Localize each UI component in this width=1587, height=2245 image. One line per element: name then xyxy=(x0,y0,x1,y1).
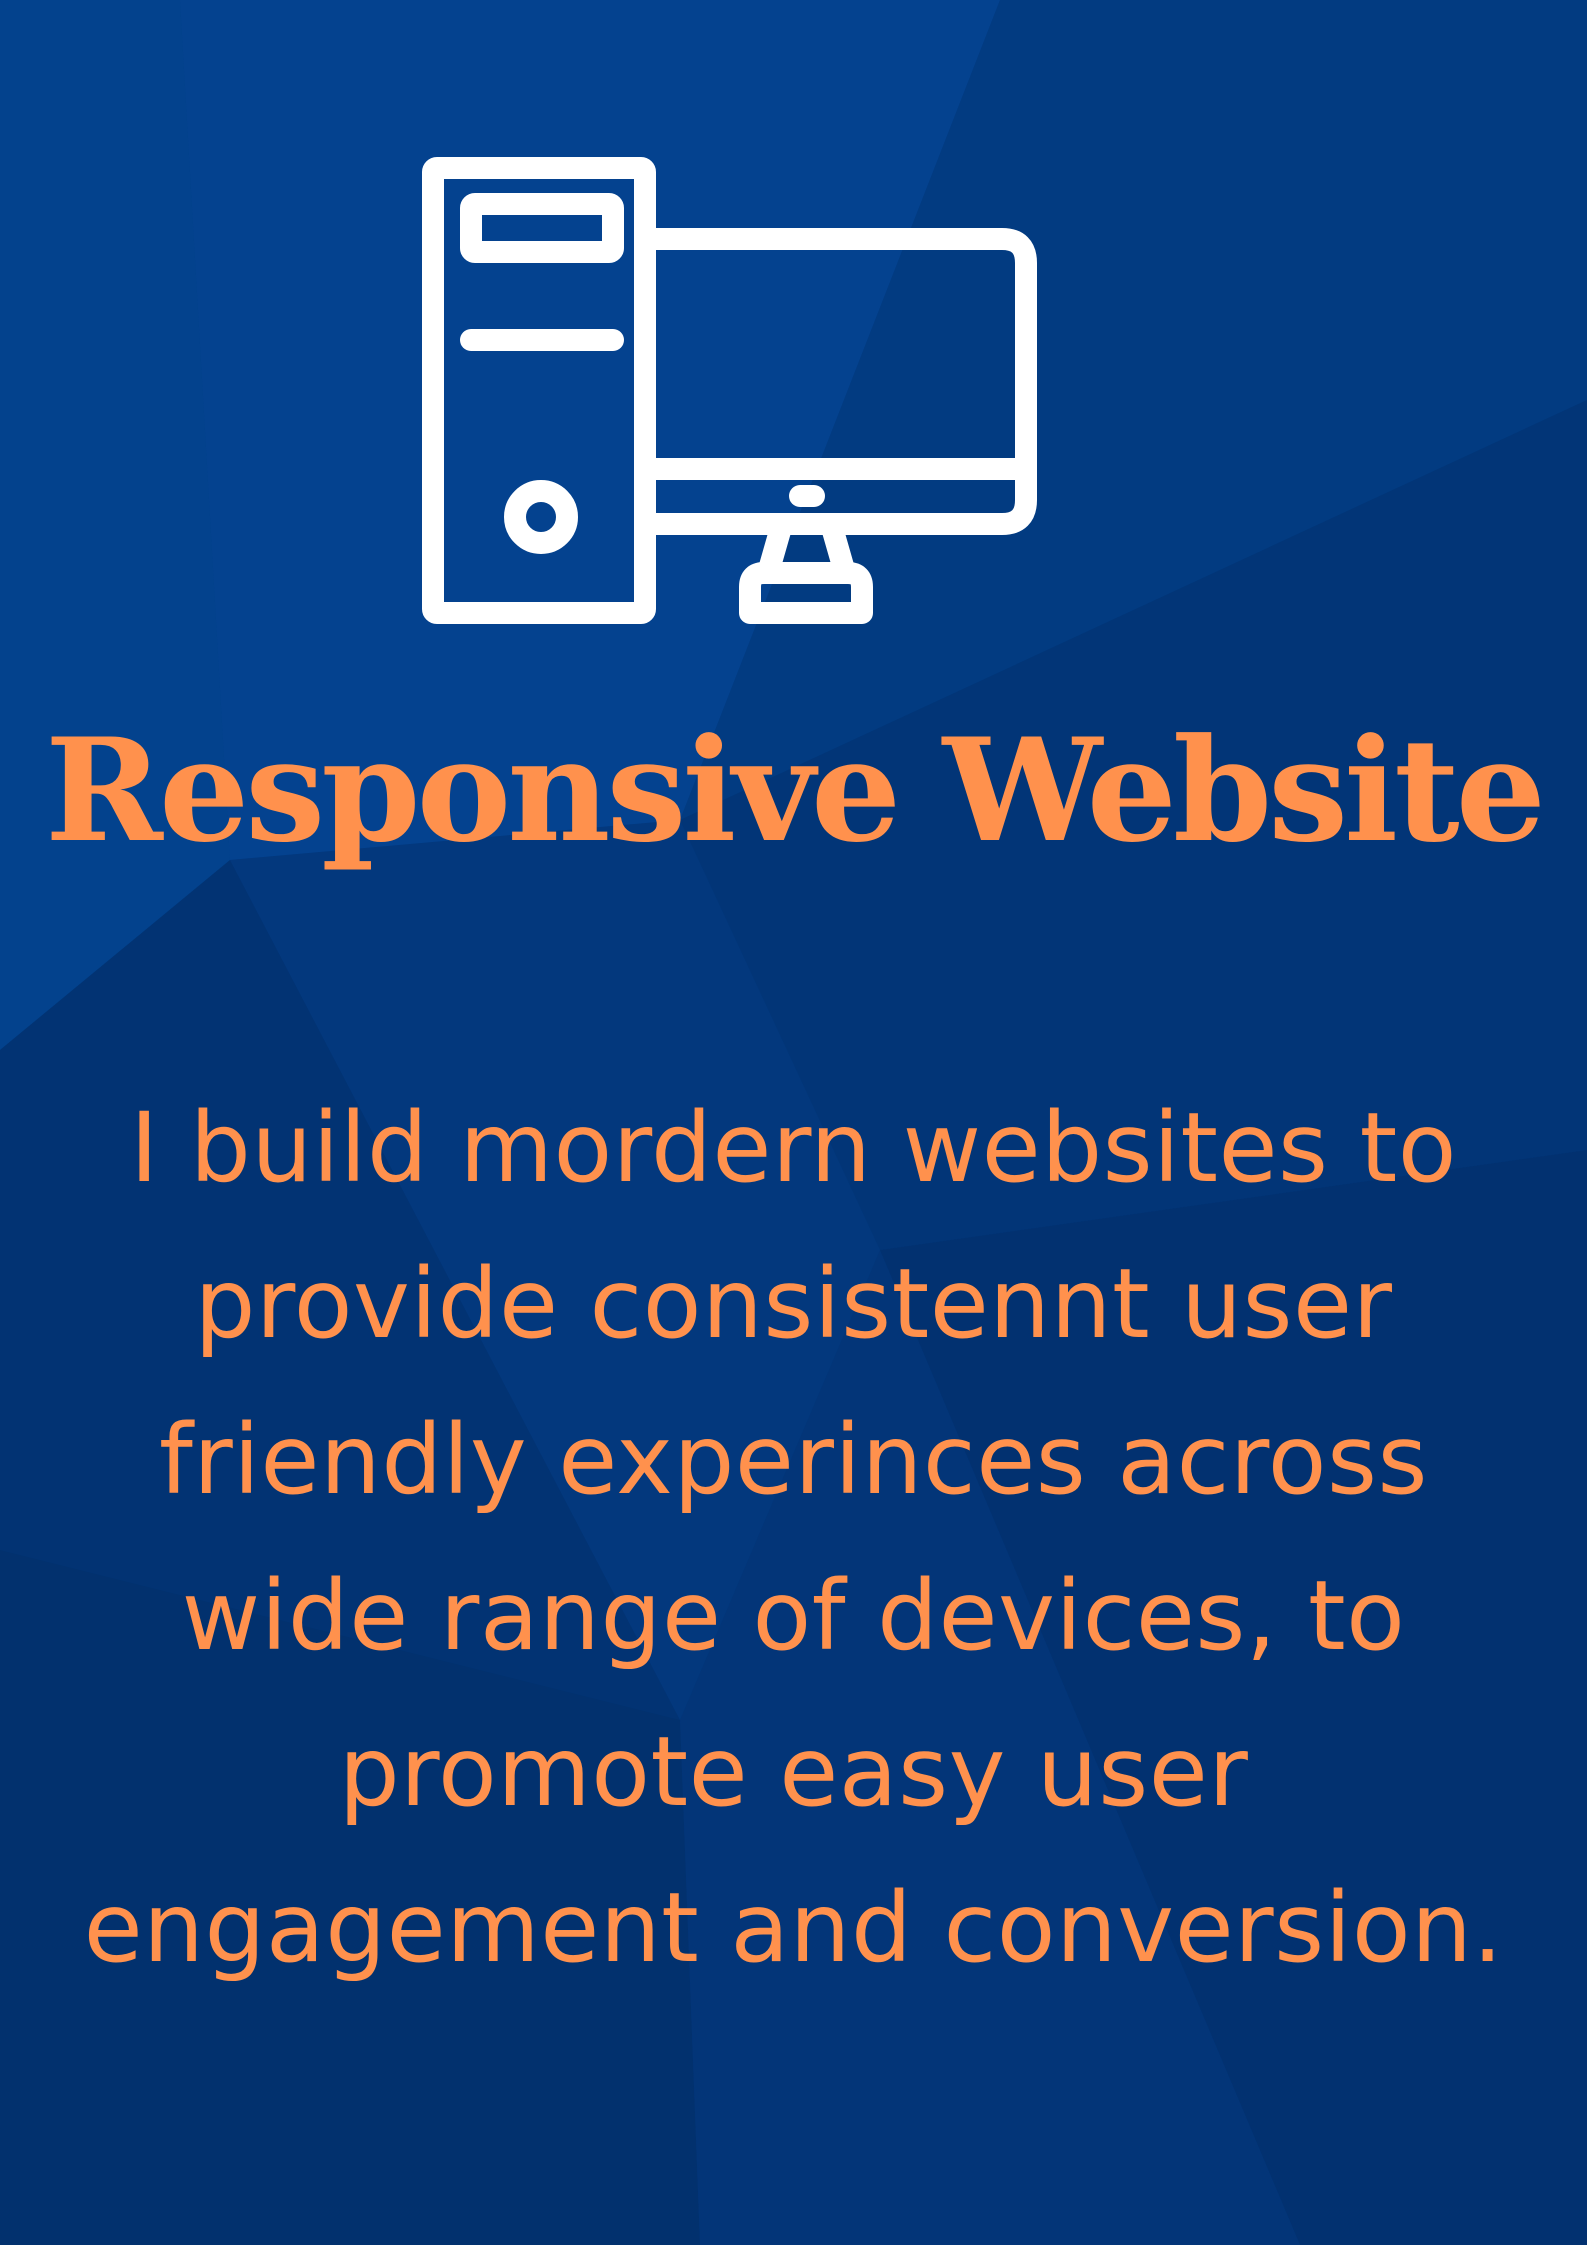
description-text: I build mordern websites to provide cons… xyxy=(0,1070,1587,2006)
description-line: engagement and conversion. xyxy=(83,1872,1504,1984)
page-title: Responsive Website xyxy=(44,708,1546,874)
desktop-computer-icon xyxy=(420,155,1040,635)
description-line: I build mordern websites to xyxy=(130,1092,1457,1204)
description-line: promote easy user xyxy=(338,1716,1249,1828)
description-line: wide range of devices, to xyxy=(181,1560,1406,1672)
description-line: friendly experinces across xyxy=(158,1404,1429,1516)
description-line: provide consistennt user xyxy=(194,1248,1393,1360)
